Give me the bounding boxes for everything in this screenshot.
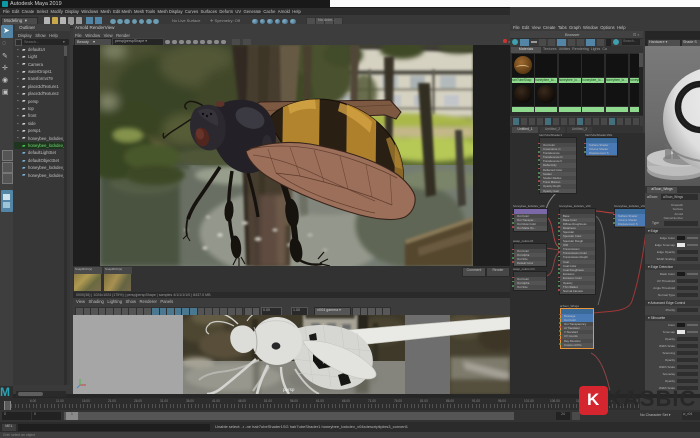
svg-text:persp: persp bbox=[283, 387, 295, 392]
